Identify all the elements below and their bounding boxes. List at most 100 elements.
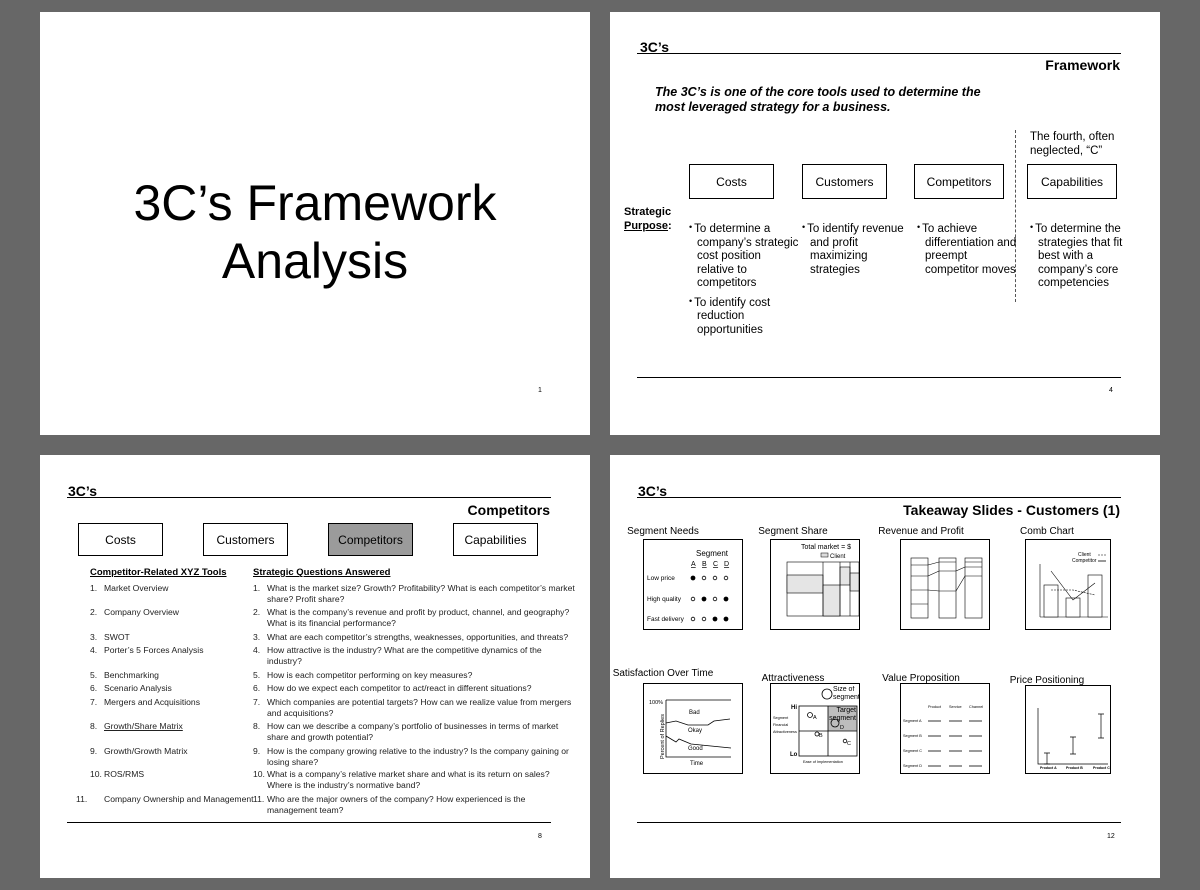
note-line: neglected, “C” [1030,145,1103,157]
item-number: 10. [90,769,102,779]
item-number: 10. [253,769,265,779]
question-item: 10. What is a company’s relative market s… [253,769,577,791]
label: Segment [696,549,729,558]
item-number: 4. [90,645,98,655]
item-number: 7. [90,697,98,707]
label: Product C [1093,766,1110,770]
page-number: 4 [1109,387,1113,394]
item-number: 1. [90,583,98,593]
attractiveness-thumb: Size of segment Hi Lo Segment Financial At… [770,683,860,774]
slide-heading: Takeaway Slides - Customers (1) [903,502,1120,518]
item-number: 7. [253,697,261,707]
header-rule [637,497,1121,498]
question-item: 5. How is each competitor performing on k… [253,670,577,681]
slide-framework[interactable]: 3C’s Framework The 3C’s is one of the co… [610,12,1160,435]
label: Hi [791,705,797,711]
question-item: 2. What is the company’s revenue and prof… [253,607,577,629]
box-capabilities: Capabilities [1027,164,1117,199]
item-number: 5. [253,670,261,680]
item-number: 9. [253,746,261,756]
header-rule [67,497,551,498]
question-text: Who are the major owners of the company?… [267,794,526,815]
label: Segment C [903,749,922,753]
question-text: What is the market size? Growth? Profita… [267,583,575,604]
tool-item: 10. ROS/RMS [90,769,240,780]
footer-rule [67,822,551,823]
bullet: To determine a company’s strategic cost … [689,221,799,291]
slide-competitors[interactable]: 3C’s Competitors Costs Customers Competi… [40,455,590,878]
comb-chart-thumb: Client Competitor [1025,539,1111,630]
tool-name: Growth/Share Matrix [104,721,183,731]
label: Okay [688,728,702,734]
label: B [819,733,823,739]
tool-item[interactable]: 8. Growth/Share Matrix [90,721,240,732]
question-text: What is a company’s relative market shar… [267,769,550,790]
slide-takeaway-customers[interactable]: 3C’s Takeaway Slides - Customers (1) Seg… [610,455,1160,878]
tool-name: Market Overview [104,583,169,593]
label-line: Strategic [624,206,672,218]
item-number: 3. [90,632,98,642]
bullets-competitors: To achieve differentiation and preempt c… [917,221,1017,281]
label: A [813,715,817,721]
label: Channel [969,705,983,709]
label: Product [928,705,942,709]
slide-title[interactable]: 3C’s Framework Analysis 1 [40,12,590,435]
bullet: To achieve differentiation and preempt c… [917,221,1017,277]
item-number: 5. [90,670,98,680]
label: Segment [773,716,789,720]
price-positioning-thumb: Product A Product B Product C [1025,685,1111,774]
segment-needs-thumb: Segment ABCD Low price High quality Fast d… [643,539,743,630]
question-text: What is the company’s revenue and profit… [267,607,570,628]
question-item: 9. How is the company growing relative to… [253,746,577,768]
note-line: The fourth, often [1030,131,1115,143]
label: Product B [1066,766,1083,770]
questions-header: Strategic Questions Answered [253,567,391,578]
slide-heading: Framework [1045,57,1120,73]
tool-name: ROS/RMS [104,769,145,779]
item-number: 6. [253,683,261,693]
page-number: 12 [1107,833,1115,840]
page-number: 1 [538,387,542,394]
item-number: 4. [253,645,261,655]
value-proposition-thumb: Product Service Channel Segment A Segment B… [900,683,990,774]
bullets-customers: To identify revenue and profit maximizin… [802,221,912,281]
box-costs: Costs [78,523,163,556]
question-text: How can we describe a company’s portfoli… [267,721,559,742]
bullets-capabilities: To determine the strategies that fit bes… [1030,221,1130,295]
label: Segment D [903,764,922,768]
tool-item: 9. Growth/Growth Matrix [90,746,240,757]
colon: : [668,220,672,232]
intro-line: The 3C’s is one of the core tools used t… [655,85,981,99]
tool-name: Growth/Growth Matrix [104,746,188,756]
box-competitors: Competitors [914,164,1004,199]
tool-item: 4. Porter’s 5 Forces Analysis [90,645,240,656]
bullets-costs: To determine a company’s strategic cost … [689,221,799,341]
header-rule [637,53,1121,54]
label: High quality [647,596,682,603]
tool-name: Scenario Analysis [104,683,172,693]
label-line: Purpose [624,220,669,232]
label: Segment B [903,734,922,738]
question-text: How do we expect each competitor to act/… [267,683,532,693]
question-item: 11. Who are the major owners of the compa… [253,794,577,816]
slide-title-text: 3C’s Framework Analysis [40,174,590,290]
label: Time [690,761,704,767]
tool-item: 2. Company Overview [90,607,240,618]
label: Percent of Replies [660,714,666,759]
question-text: How is the company growing relative to t… [267,746,569,767]
tool-name: Company Overview [104,607,179,617]
box-customers: Customers [203,523,288,556]
item-number: 11. [76,794,88,804]
title-line-2: Analysis [221,233,409,289]
question-text: Which companies are potential targets? H… [267,697,572,718]
tool-name: Benchmarking [104,670,159,680]
label: Ease of Implementation [803,760,843,764]
label: Financial [773,723,788,727]
tool-name: SWOT [104,632,130,642]
label: Attractiveness [773,730,797,734]
question-text: What are each competitor’s strengths, we… [267,632,569,642]
box-capabilities: Capabilities [453,523,538,556]
label: D [724,561,729,568]
fourth-c-note: The fourth, often neglected, “C” [1030,130,1114,158]
footer-rule [637,822,1121,823]
